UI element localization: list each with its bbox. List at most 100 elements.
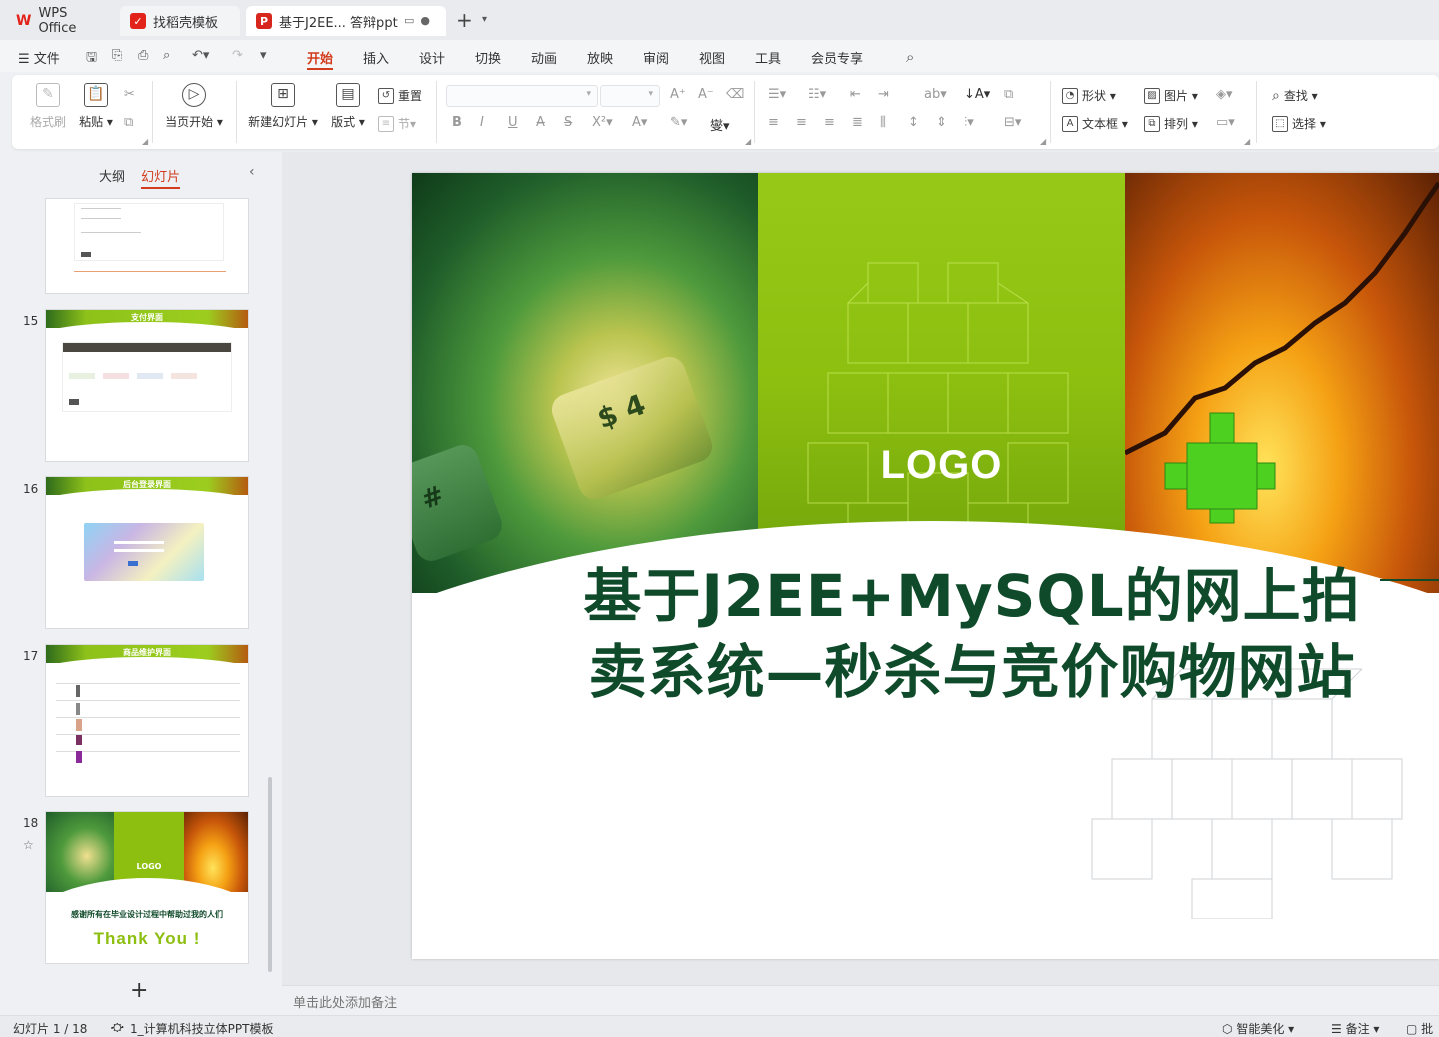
notes-toggle-button[interactable]: ☰ 备注 ▾ [1331, 1020, 1379, 1037]
layout-button[interactable]: ▤ 版式 ▾ [330, 83, 366, 130]
column-icon[interactable]: ⫶▾ [964, 115, 974, 130]
tab-outline[interactable]: 大纲 [99, 170, 125, 185]
tab-monitor-icon[interactable]: ▭● [404, 14, 436, 27]
notes-toggle-label: 备注 [1345, 1022, 1370, 1036]
product-table-preview [56, 677, 240, 777]
outline-icon[interactable]: ▭▾ [1216, 115, 1235, 130]
new-tab-dropdown-icon[interactable]: ▾ [482, 14, 487, 25]
menu-home[interactable]: 开始 [307, 48, 333, 67]
tab-wps-office[interactable]: W WPS Office [6, 6, 114, 36]
tab-slides[interactable]: 幻灯片 [141, 170, 181, 189]
distribute-icon[interactable]: ⫼ [880, 115, 886, 130]
share-icon[interactable]: ⎘ [112, 48, 122, 63]
more-quick-access-icon[interactable]: ▾ [260, 48, 267, 63]
menu-view[interactable]: 视图 [699, 48, 725, 67]
file-menu[interactable]: ☰ 文件 [18, 48, 60, 67]
strikethrough-icon[interactable]: S [564, 115, 572, 130]
paragraph-spacing-icon[interactable]: ⇕ [936, 115, 947, 130]
bold-icon[interactable]: B [452, 115, 462, 130]
print-preview-icon[interactable]: ⌕ [163, 48, 170, 63]
text-align-vertical-icon[interactable]: ⊟▾ [1004, 115, 1021, 130]
save-icon[interactable]: 🖫 [86, 48, 97, 70]
thumbnail-scrollbar[interactable] [268, 777, 272, 972]
drawing-corner-icon[interactable]: ◢ [1244, 137, 1250, 146]
justify-icon[interactable]: ≣ [852, 115, 863, 130]
slide-thumbnail-15[interactable]: 支付界面 [46, 310, 248, 461]
slide-thumbnail-14[interactable] [46, 199, 248, 293]
fill-icon[interactable]: ◈▾ [1216, 87, 1233, 102]
add-slide-button[interactable]: + [130, 978, 148, 1003]
superscript-icon[interactable]: X²▾ [592, 115, 613, 130]
convert-smartart-icon[interactable]: ⧉ [1004, 87, 1013, 102]
picture-button[interactable]: ▨ 图片 ▾ [1144, 87, 1198, 104]
line-spacing-icon[interactable]: ↕ [908, 115, 919, 130]
collapse-panel-icon[interactable]: ‹ [249, 164, 255, 180]
highlight-icon[interactable]: ✎▾ [670, 115, 687, 130]
slide-thumbnail-16[interactable]: 后台登录界面 [46, 477, 248, 628]
character-spacing-icon[interactable]: 燮▾ [710, 115, 730, 134]
cut-icon[interactable]: ✂ [124, 87, 135, 102]
notes-placeholder: 单击此处添加备注 [293, 996, 398, 1011]
print-icon[interactable]: ⎙ [138, 48, 148, 63]
align-center-icon[interactable]: ≡ [796, 115, 807, 130]
menu-tools[interactable]: 工具 [755, 48, 781, 67]
slide-star-icon[interactable]: ☆ [23, 838, 34, 852]
slide-thumbnail-17[interactable]: 商品维护界面 [46, 645, 248, 796]
italic-icon[interactable]: I [480, 115, 484, 130]
new-slide-button[interactable]: ⊞ 新建幻灯片 ▾ [248, 83, 318, 130]
font-color-icon[interactable]: A▾ [632, 115, 647, 130]
tab-template[interactable]: ✓ 找稻壳模板 [120, 6, 240, 36]
search-icon[interactable]: ⌕ [906, 48, 914, 66]
comments-button[interactable]: ▢ 批 [1406, 1020, 1433, 1037]
menu-review[interactable]: 审阅 [643, 48, 669, 67]
menu-member[interactable]: 会员专享 [811, 48, 863, 67]
text-direction-icon[interactable]: ab▾ [924, 87, 947, 102]
increase-indent-icon[interactable]: ⇥ [878, 87, 889, 102]
arrange-button[interactable]: ⧉ 排列 ▾ [1144, 115, 1198, 132]
font-size-select[interactable]: ▾ [600, 85, 660, 107]
slide-thumbnail-18[interactable]: LOGO 感谢所有在毕业设计过程中帮助过我的人们 Thank You ! [46, 812, 248, 963]
template-name[interactable]: 1_计算机科技立体PPT模板 [130, 1020, 273, 1037]
paste-button[interactable]: 📋 粘贴 ▾ [76, 83, 116, 130]
start-from-current-button[interactable]: ▷ 当页开始 ▾ [164, 83, 224, 130]
font-family-select[interactable]: ▾ [446, 85, 598, 107]
increase-font-icon[interactable]: A⁺ [670, 87, 686, 102]
select-button[interactable]: ⬚ 选择 ▾ [1272, 115, 1326, 132]
copy-icon[interactable]: ⧉ [124, 115, 133, 130]
slide-title[interactable]: 基于J2EE+MySQL的网上拍 卖系统—秒杀与竞价购物网站 [532, 558, 1412, 710]
underline-icon[interactable]: U [508, 115, 518, 130]
align-left-icon[interactable]: ≡ [768, 115, 779, 130]
notes-pane[interactable]: 单击此处添加备注 [282, 985, 1439, 1015]
numbered-list-icon[interactable]: ☷▾ [808, 87, 826, 102]
new-tab-icon[interactable]: + [456, 10, 473, 30]
clear-format-icon[interactable]: ⌫ [726, 87, 744, 102]
ribbon-divider [152, 81, 153, 143]
menu-design[interactable]: 设计 [419, 48, 445, 67]
panel-tabs: 大纲 幻灯片 [99, 166, 181, 189]
find-button[interactable]: ⌕ 查找 ▾ [1272, 87, 1318, 104]
section-icon: ≡ [378, 115, 394, 132]
text-shadow-icon[interactable]: A̶ [536, 115, 545, 130]
font-corner-icon[interactable]: ◢ [745, 137, 751, 146]
textbox-button[interactable]: A 文本框 ▾ [1062, 115, 1128, 132]
tab-document[interactable]: P 基于J2EE... 答辩ppt ▭● [246, 6, 446, 36]
clipboard-corner-icon[interactable]: ◢ [142, 137, 148, 146]
section-button[interactable]: ≡ 节 ▾ [378, 115, 416, 132]
bullet-list-icon[interactable]: ☰▾ [768, 87, 786, 102]
reset-button[interactable]: ↺ 重置 [378, 87, 422, 104]
decrease-font-icon[interactable]: A⁻ [698, 87, 714, 102]
menu-insert[interactable]: 插入 [363, 48, 389, 67]
undo-icon[interactable]: ↶▾ [192, 48, 209, 63]
smart-beautify-button[interactable]: ⬡ 智能美化 ▾ [1222, 1020, 1294, 1037]
menu-transition[interactable]: 切换 [475, 48, 501, 67]
current-slide[interactable]: $ 4 # LOGO 基于J2EE+MySQL的网上拍 卖系统—秒杀与竞价购物网… [412, 173, 1439, 959]
sort-icon[interactable]: ↓A▾ [964, 87, 990, 102]
menu-slideshow[interactable]: 放映 [587, 48, 613, 67]
align-right-icon[interactable]: ≡ [824, 115, 835, 130]
shape-button[interactable]: ◔ 形状 ▾ [1062, 87, 1116, 104]
menu-animation[interactable]: 动画 [531, 48, 557, 67]
paragraph-corner-icon[interactable]: ◢ [1040, 137, 1046, 146]
format-painter-button[interactable]: ✎ 格式刷 [30, 83, 66, 130]
decrease-indent-icon[interactable]: ⇤ [850, 87, 861, 102]
redo-icon[interactable]: ↷ [232, 48, 243, 63]
